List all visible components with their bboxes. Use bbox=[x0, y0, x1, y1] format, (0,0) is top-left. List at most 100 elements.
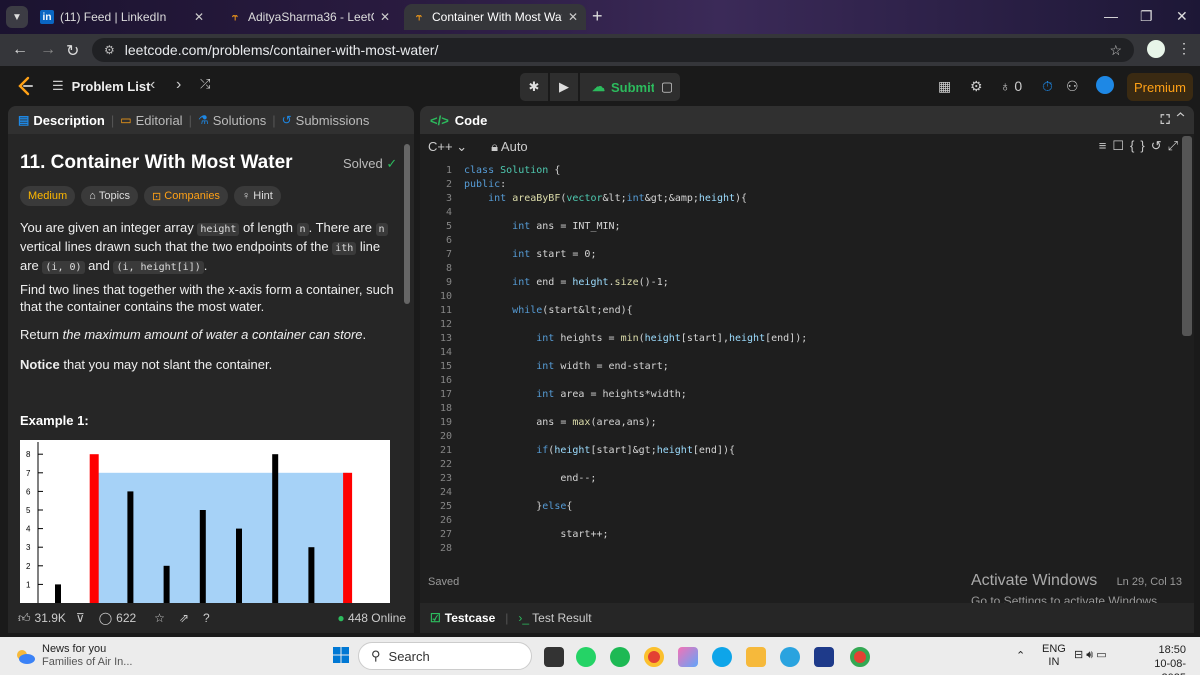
code-line[interactable]: 19 ans = max(area,ans); bbox=[420, 416, 657, 430]
code-line[interactable]: 9 int end = height.size()-1; bbox=[420, 276, 669, 290]
code-line[interactable]: 17 int area = heights*width; bbox=[420, 388, 687, 402]
prev-problem-icon[interactable]: ‹ bbox=[150, 76, 155, 94]
close-icon[interactable]: ✕ bbox=[568, 10, 578, 24]
close-icon[interactable]: ✕ bbox=[380, 10, 390, 24]
run-icon[interactable]: ▶ bbox=[550, 73, 578, 101]
forward-icon[interactable]: → bbox=[40, 41, 56, 59]
code-line[interactable]: 5 int ans = INT_MIN; bbox=[420, 220, 621, 234]
code-line[interactable]: 28 bbox=[420, 542, 464, 556]
autocomplete-mode[interactable]: 🔒︎ Auto bbox=[491, 139, 528, 155]
tab-test-result[interactable]: ›_ Test Result bbox=[518, 611, 591, 625]
user-avatar[interactable] bbox=[1096, 76, 1114, 94]
language-select[interactable]: C++ ⌄ bbox=[428, 139, 467, 155]
code-line[interactable]: 18 bbox=[420, 402, 464, 416]
expand-collapse-icon[interactable]: ⛶ ⌃ bbox=[1161, 112, 1184, 128]
clock[interactable]: 18:50 10-08-2025 bbox=[1140, 643, 1186, 675]
back-icon[interactable]: ← bbox=[12, 41, 28, 59]
problem-list-button[interactable]: ☰ Problem List bbox=[52, 78, 150, 94]
topics-tag[interactable]: ⌂ Topics bbox=[81, 186, 139, 206]
telegram-icon[interactable] bbox=[780, 647, 800, 667]
code-line[interactable]: 21 if(height[start]&gt;height[end]){ bbox=[420, 444, 735, 458]
chrome-profile-avatar[interactable] bbox=[1147, 40, 1165, 58]
next-problem-icon[interactable]: › bbox=[176, 76, 181, 94]
chrome-menu-icon[interactable]: ⋮ bbox=[1177, 40, 1191, 57]
chrome-icon[interactable] bbox=[644, 647, 664, 667]
tab-linkedin[interactable]: in (11) Feed | LinkedIn ✕ bbox=[32, 4, 212, 30]
code-line[interactable]: 22 bbox=[420, 458, 464, 472]
spotify-icon[interactable] bbox=[610, 647, 630, 667]
tab-leetcode-profile[interactable]: ⥾ AdityaSharma36 - LeetCode Pro ✕ bbox=[220, 4, 398, 30]
reload-icon[interactable]: ↻ bbox=[66, 41, 79, 61]
tray-icons[interactable]: ⊟ 🔊︎ ▭ bbox=[1074, 648, 1107, 662]
bookmark-star-icon[interactable]: ☆ bbox=[1109, 42, 1122, 59]
code-line[interactable]: 3 int areaByBF(vector&lt;int&gt;&amp;hei… bbox=[420, 192, 747, 206]
shuffle-icon[interactable]: ⤮ bbox=[200, 76, 210, 92]
news-widget[interactable]: News for you Families of Air In... bbox=[14, 643, 132, 669]
hint-tag[interactable]: ♀ Hint bbox=[233, 186, 281, 206]
code-line[interactable]: 24 bbox=[420, 486, 464, 500]
favorite-star-icon[interactable]: ☆ bbox=[154, 611, 165, 625]
code-line[interactable]: 16 bbox=[420, 374, 464, 388]
file-explorer-icon[interactable] bbox=[746, 647, 766, 667]
whatsapp-icon[interactable] bbox=[576, 647, 596, 667]
edge-icon[interactable] bbox=[712, 647, 732, 667]
tab-solutions[interactable]: ⚗ Solutions bbox=[198, 113, 266, 128]
code-line[interactable]: 7 int start = 0; bbox=[420, 248, 597, 262]
tab-description[interactable]: ▤ Description bbox=[18, 113, 105, 128]
code-line[interactable]: 12 bbox=[420, 318, 464, 332]
code-line[interactable]: 10 bbox=[420, 290, 464, 304]
editor-scrollbar[interactable] bbox=[1182, 136, 1192, 336]
chrome-active-icon[interactable] bbox=[850, 647, 870, 667]
code-line[interactable]: 2 public: bbox=[420, 178, 506, 192]
add-friend-icon[interactable]: ⚇ bbox=[1066, 78, 1079, 95]
editor-toolbar[interactable]: ≡☐{}↺⤢ bbox=[1099, 138, 1184, 154]
new-tab-button[interactable]: + bbox=[592, 6, 603, 27]
layout-icon[interactable]: ▦ bbox=[938, 78, 951, 95]
tab-container-water[interactable]: ⥾ Container With Most Water - Le ✕ bbox=[404, 4, 586, 30]
minimize-icon[interactable]: — bbox=[1104, 8, 1118, 24]
thumbs-down-icon[interactable]: ⊽ bbox=[76, 611, 85, 625]
close-icon[interactable]: ✕ bbox=[194, 10, 204, 24]
copilot-icon[interactable] bbox=[678, 647, 698, 667]
close-window-icon[interactable]: ✕ bbox=[1176, 8, 1188, 25]
companies-tag[interactable]: ⊡ Companies bbox=[144, 186, 228, 206]
tab-submissions[interactable]: ↺ Submissions bbox=[282, 113, 370, 128]
code-line[interactable]: 11 while(start&lt;end){ bbox=[420, 304, 633, 318]
code-line[interactable]: 23 end--; bbox=[420, 472, 597, 486]
note-icon[interactable]: ▢ bbox=[654, 73, 680, 101]
tab-search-icon[interactable]: ▼ bbox=[6, 6, 28, 28]
tray-chevron-icon[interactable]: ⌃ bbox=[1016, 649, 1025, 662]
code-line[interactable]: 26 bbox=[420, 514, 464, 528]
share-icon[interactable]: ⇗ bbox=[179, 611, 189, 625]
comment-icon[interactable]: ◯ bbox=[99, 611, 112, 625]
store-icon[interactable] bbox=[814, 647, 834, 667]
url-field[interactable]: ⚙ leetcode.com/problems/container-with-m… bbox=[92, 38, 1134, 62]
settings-gear-icon[interactable]: ⚙ bbox=[970, 78, 983, 95]
code-line[interactable]: 15 int width = end-start; bbox=[420, 360, 669, 374]
left-scrollbar[interactable] bbox=[404, 144, 410, 304]
taskbar-search[interactable]: ⚲ Search bbox=[358, 642, 532, 670]
thumbs-up-icon[interactable]: 👍︎ bbox=[18, 611, 31, 626]
leetcode-logo-icon[interactable] bbox=[16, 76, 34, 96]
difficulty-badge[interactable]: Medium bbox=[20, 186, 76, 206]
timer-icon[interactable]: ⏱ bbox=[1042, 78, 1053, 95]
language-indicator[interactable]: ENG IN bbox=[1042, 643, 1066, 669]
code-line[interactable]: 20 bbox=[420, 430, 464, 444]
code-line[interactable]: 8 bbox=[420, 262, 464, 276]
code-line[interactable]: 13 int heights = min(height[start],heigh… bbox=[420, 332, 807, 346]
tab-editorial[interactable]: ▭ Editorial bbox=[120, 113, 182, 128]
streak-fire-icon[interactable]: ♁ 0 bbox=[1000, 78, 1022, 94]
restore-icon[interactable]: ❐ bbox=[1140, 8, 1153, 25]
code-line[interactable]: 25 }else{ bbox=[420, 500, 572, 514]
code-line[interactable]: 6 bbox=[420, 234, 464, 248]
debug-icon[interactable]: ✱ bbox=[520, 73, 548, 101]
premium-button[interactable]: Premium bbox=[1127, 73, 1193, 101]
task-view-icon[interactable] bbox=[544, 647, 564, 667]
code-editor[interactable]: 1 class Solution {2 public: 3 int areaByBF(… bbox=[420, 164, 1180, 564]
code-line[interactable]: 4 bbox=[420, 206, 464, 220]
windows-start-icon[interactable] bbox=[333, 647, 349, 663]
help-icon[interactable]: ? bbox=[203, 611, 210, 625]
code-line[interactable]: 1 class Solution { bbox=[420, 164, 560, 178]
site-info-icon[interactable]: ⚙ bbox=[104, 43, 115, 57]
tab-testcase[interactable]: ☑ Testcase bbox=[430, 611, 495, 625]
